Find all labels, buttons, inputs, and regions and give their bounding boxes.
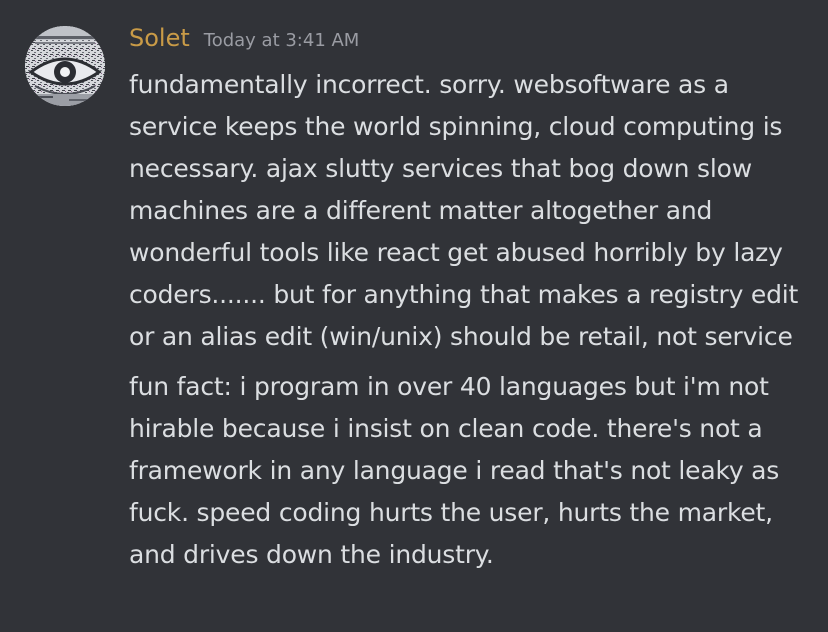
- chat-message: Solet Today at 3:41 AM fundamentally inc…: [0, 0, 828, 632]
- user-avatar[interactable]: [25, 26, 105, 106]
- eye-avatar-icon: [25, 26, 105, 106]
- message-header: Solet Today at 3:41 AM: [129, 24, 799, 62]
- username[interactable]: Solet: [129, 24, 190, 52]
- message-content: Solet Today at 3:41 AM fundamentally inc…: [129, 24, 799, 576]
- message-text-2: fun fact: i program in over 40 languages…: [129, 372, 780, 569]
- timestamp[interactable]: Today at 3:41 AM: [204, 30, 360, 51]
- message-text-1: fundamentally incorrect. sorry. websoftw…: [129, 70, 799, 351]
